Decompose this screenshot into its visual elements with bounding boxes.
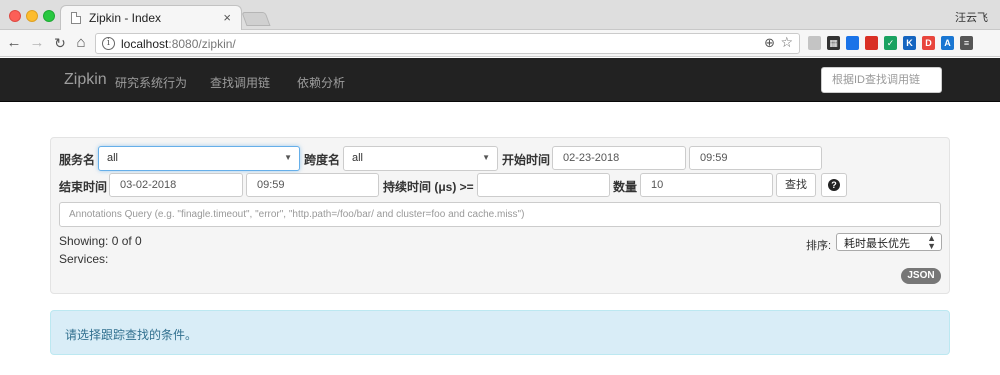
close-window-button[interactable] [9, 10, 21, 22]
showing-count: Showing: 0 of 0 [59, 234, 142, 248]
search-criteria-alert: 请选择跟踪查找的条件。 [50, 310, 950, 355]
brand-logo[interactable]: Zipkin [64, 71, 107, 89]
find-traces-button[interactable]: 查找 [776, 173, 816, 197]
reload-icon[interactable]: ↻ [51, 33, 69, 53]
end-date-input[interactable] [109, 173, 243, 197]
extension-icon[interactable]: K [903, 36, 916, 50]
dropdown-caret-icon: ▼ [284, 153, 292, 162]
new-tab-button[interactable] [241, 12, 271, 26]
url-host: localhost [121, 37, 169, 51]
maximize-window-button[interactable] [43, 10, 55, 22]
span-name-select[interactable]: all ▼ [343, 146, 498, 171]
sort-label: 排序: [806, 240, 832, 252]
start-time-label: 开始时间 [502, 153, 551, 167]
browser-titlebar: Zipkin - Index × 汪云飞 [0, 0, 1000, 31]
dropdown-caret-icon: ▼ [482, 153, 490, 162]
sort-order-value: 耗时最长优先 [844, 238, 910, 250]
extension-icon[interactable]: A [941, 36, 954, 50]
tab-close-icon[interactable]: × [223, 10, 231, 25]
duration-input[interactable] [477, 173, 610, 197]
address-bar[interactable]: i localhost:8080/zipkin/ ⊕ ☆ [95, 33, 800, 54]
browser-tab[interactable]: Zipkin - Index × [60, 5, 242, 31]
profile-name[interactable]: 汪云飞 [955, 9, 988, 25]
extension-icon[interactable]: D [922, 36, 935, 50]
nav-dependencies[interactable]: 依赖分析 [297, 74, 345, 91]
service-name-select[interactable]: all ▼ [98, 146, 300, 171]
service-name-label: 服务名 [59, 153, 96, 167]
minimize-window-button[interactable] [26, 10, 38, 22]
duration-label: 持续时间 (μs) >= [383, 180, 474, 194]
updown-arrows-icon: ▲ ▼ [927, 233, 936, 251]
extension-icon[interactable]: ≡ [960, 36, 973, 50]
help-icon: ? [828, 179, 840, 191]
back-arrow-icon[interactable]: ← [5, 33, 23, 53]
span-name-label: 跨度名 [304, 153, 341, 167]
span-name-value: all [352, 152, 364, 164]
extension-icon[interactable] [808, 36, 821, 50]
forward-arrow-icon[interactable]: → [28, 33, 46, 53]
limit-input[interactable] [640, 173, 773, 197]
home-icon[interactable]: ⌂ [72, 33, 90, 53]
alert-message: 请选择跟踪查找的条件。 [65, 328, 198, 342]
end-time-label: 结束时间 [59, 180, 108, 194]
app-navbar: Zipkin 研究系统行为 查找调用链 依赖分析 [0, 58, 1000, 102]
extension-icon[interactable] [846, 36, 859, 50]
limit-label: 数量 [613, 180, 638, 194]
start-date-input[interactable] [552, 146, 686, 170]
extension-icon[interactable]: ▦ [827, 36, 840, 50]
trace-id-input[interactable] [821, 67, 942, 93]
service-name-value: all [107, 152, 119, 164]
annotations-query-input[interactable] [59, 202, 941, 227]
browser-toolbar: ← → ↻ ⌂ i localhost:8080/zipkin/ ⊕ ☆ ▦ ✓ K… [0, 30, 1000, 57]
nav-find-traces[interactable]: 查找调用链 [210, 74, 270, 91]
extension-icon[interactable] [865, 36, 878, 50]
brand-subtitle: 研究系统行为 [115, 76, 188, 90]
tab-title: Zipkin - Index [89, 11, 162, 25]
help-button[interactable]: ? [821, 173, 847, 197]
bookmark-star-icon[interactable]: ☆ [780, 34, 793, 51]
extension-icon[interactable]: ✓ [884, 36, 897, 50]
end-time-input[interactable] [246, 173, 379, 197]
zoom-icon[interactable]: ⊕ [764, 35, 775, 51]
json-badge[interactable]: JSON [901, 268, 941, 284]
services-text: Services: [59, 252, 109, 266]
info-icon[interactable]: i [102, 37, 115, 50]
url-text: localhost:8080/zipkin/ [121, 37, 236, 51]
start-time-input[interactable] [689, 146, 822, 170]
sort-order-select[interactable]: 耗时最长优先 ▲ ▼ [836, 233, 942, 251]
url-path: :8080/zipkin/ [168, 37, 236, 51]
page-icon [71, 12, 81, 24]
